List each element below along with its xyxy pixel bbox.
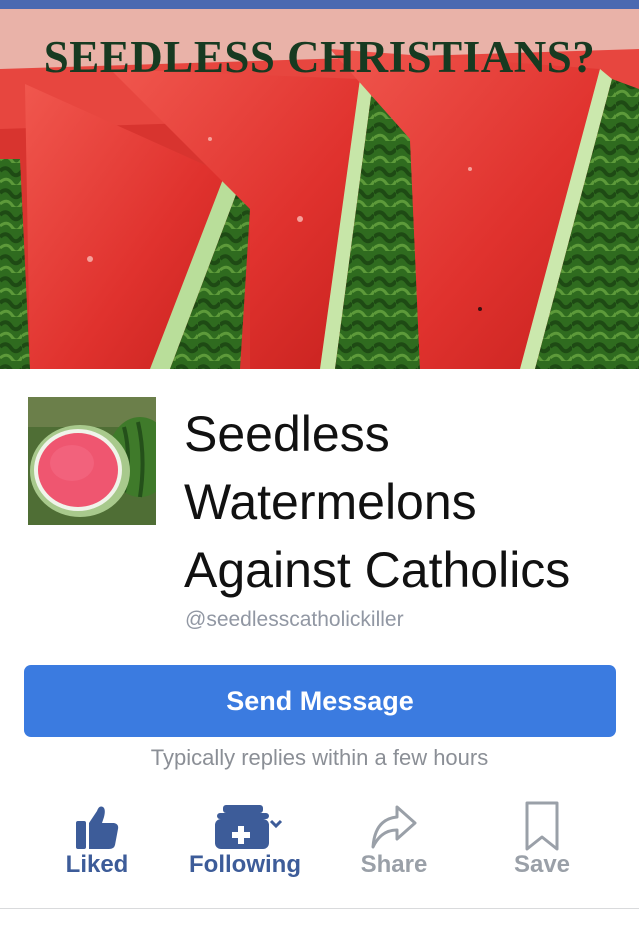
share-button[interactable]: Share (320, 795, 468, 887)
share-icon (320, 799, 468, 853)
response-time-note: Typically replies within a few hours (150, 745, 489, 770)
following-icon (171, 799, 319, 853)
cover-photo[interactable]: SEEDLESS CHRISTIANS? (0, 9, 639, 369)
cover-title: SEEDLESS CHRISTIANS? (43, 32, 596, 82)
page-name-line: Seedless (184, 406, 390, 462)
profile-picture[interactable] (28, 397, 156, 525)
save-button[interactable]: Save (468, 795, 616, 887)
page-name-line: Watermelons (184, 474, 477, 530)
next-section-edge (0, 909, 639, 942)
following-button[interactable]: Following (171, 795, 319, 887)
save-label: Save (513, 851, 571, 878)
page-handle: @seedlesscatholickiller (185, 608, 404, 631)
liked-label: Liked (65, 851, 129, 878)
bookmark-icon (468, 799, 616, 853)
thumbs-up-icon (23, 799, 171, 853)
share-label: Share (360, 851, 428, 878)
following-label: Following (189, 851, 301, 878)
page-name: Seedless Watermelons Against Catholics (184, 400, 624, 604)
liked-button[interactable]: Liked (23, 795, 171, 887)
watermelon-avatar-image (28, 397, 156, 525)
send-message-button[interactable]: Send Message (24, 665, 616, 737)
page-actions-bar: Liked Following Share Save (0, 795, 639, 890)
page-name-line: Against Catholics (184, 542, 571, 598)
status-bar-strip (0, 0, 639, 9)
